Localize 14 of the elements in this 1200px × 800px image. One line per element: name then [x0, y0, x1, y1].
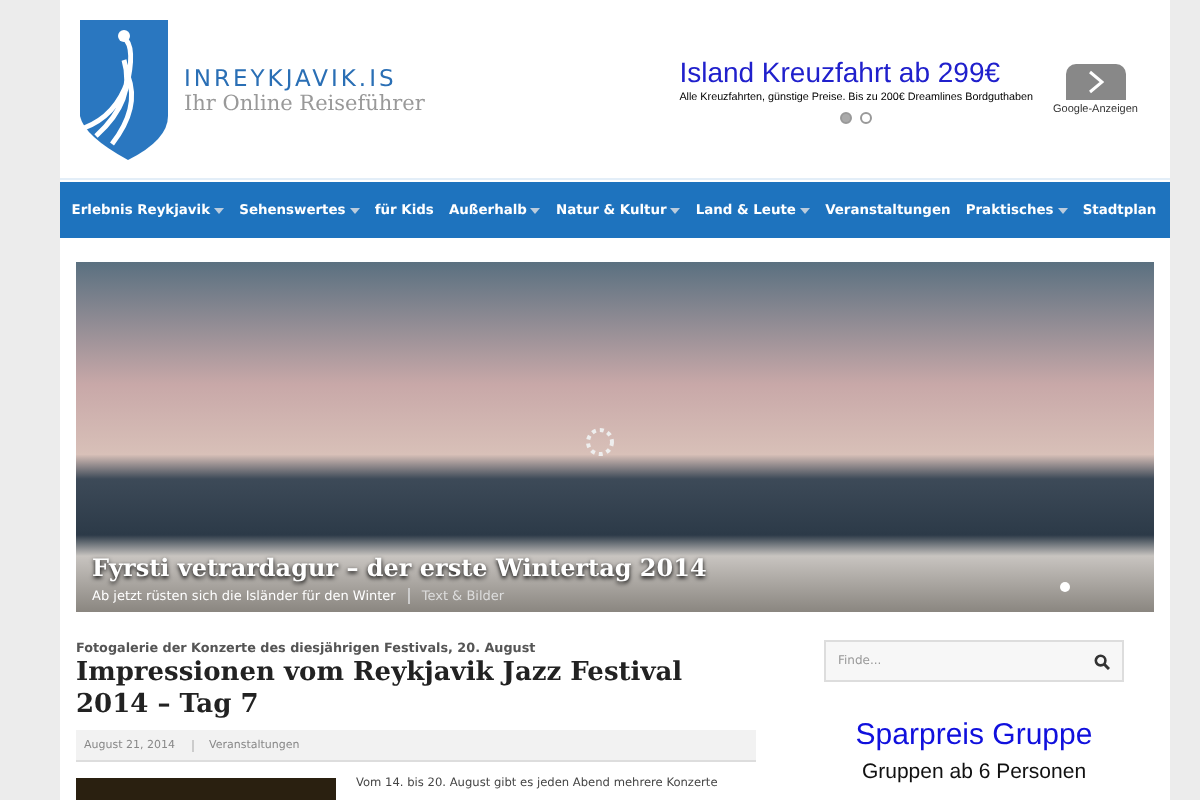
ad-title[interactable]: Island Kreuzfahrt ab 299€ — [679, 55, 1033, 87]
site-tagline: Ihr Online Reiseführer — [184, 91, 425, 115]
ad-title[interactable]: Sparpreis Gruppe — [824, 718, 1124, 752]
loading-spinner-icon — [584, 426, 616, 458]
next-button[interactable] — [1065, 63, 1126, 99]
post-title[interactable]: Impressionen vom Reykjavik Jazz Festival 2014 – Tag 7 — [76, 658, 756, 722]
shield-logo-icon — [76, 19, 172, 159]
pager-dot[interactable] — [860, 111, 873, 123]
pager-dot[interactable] — [1060, 582, 1070, 592]
chevron-right-icon — [1087, 69, 1104, 93]
pager-dot[interactable] — [840, 111, 853, 123]
search-icon — [1094, 653, 1110, 669]
site-name[interactable]: INREYKJAVIK.IS — [184, 63, 425, 91]
ad-text: Gruppen ab 6 Personen — [859, 760, 1089, 784]
